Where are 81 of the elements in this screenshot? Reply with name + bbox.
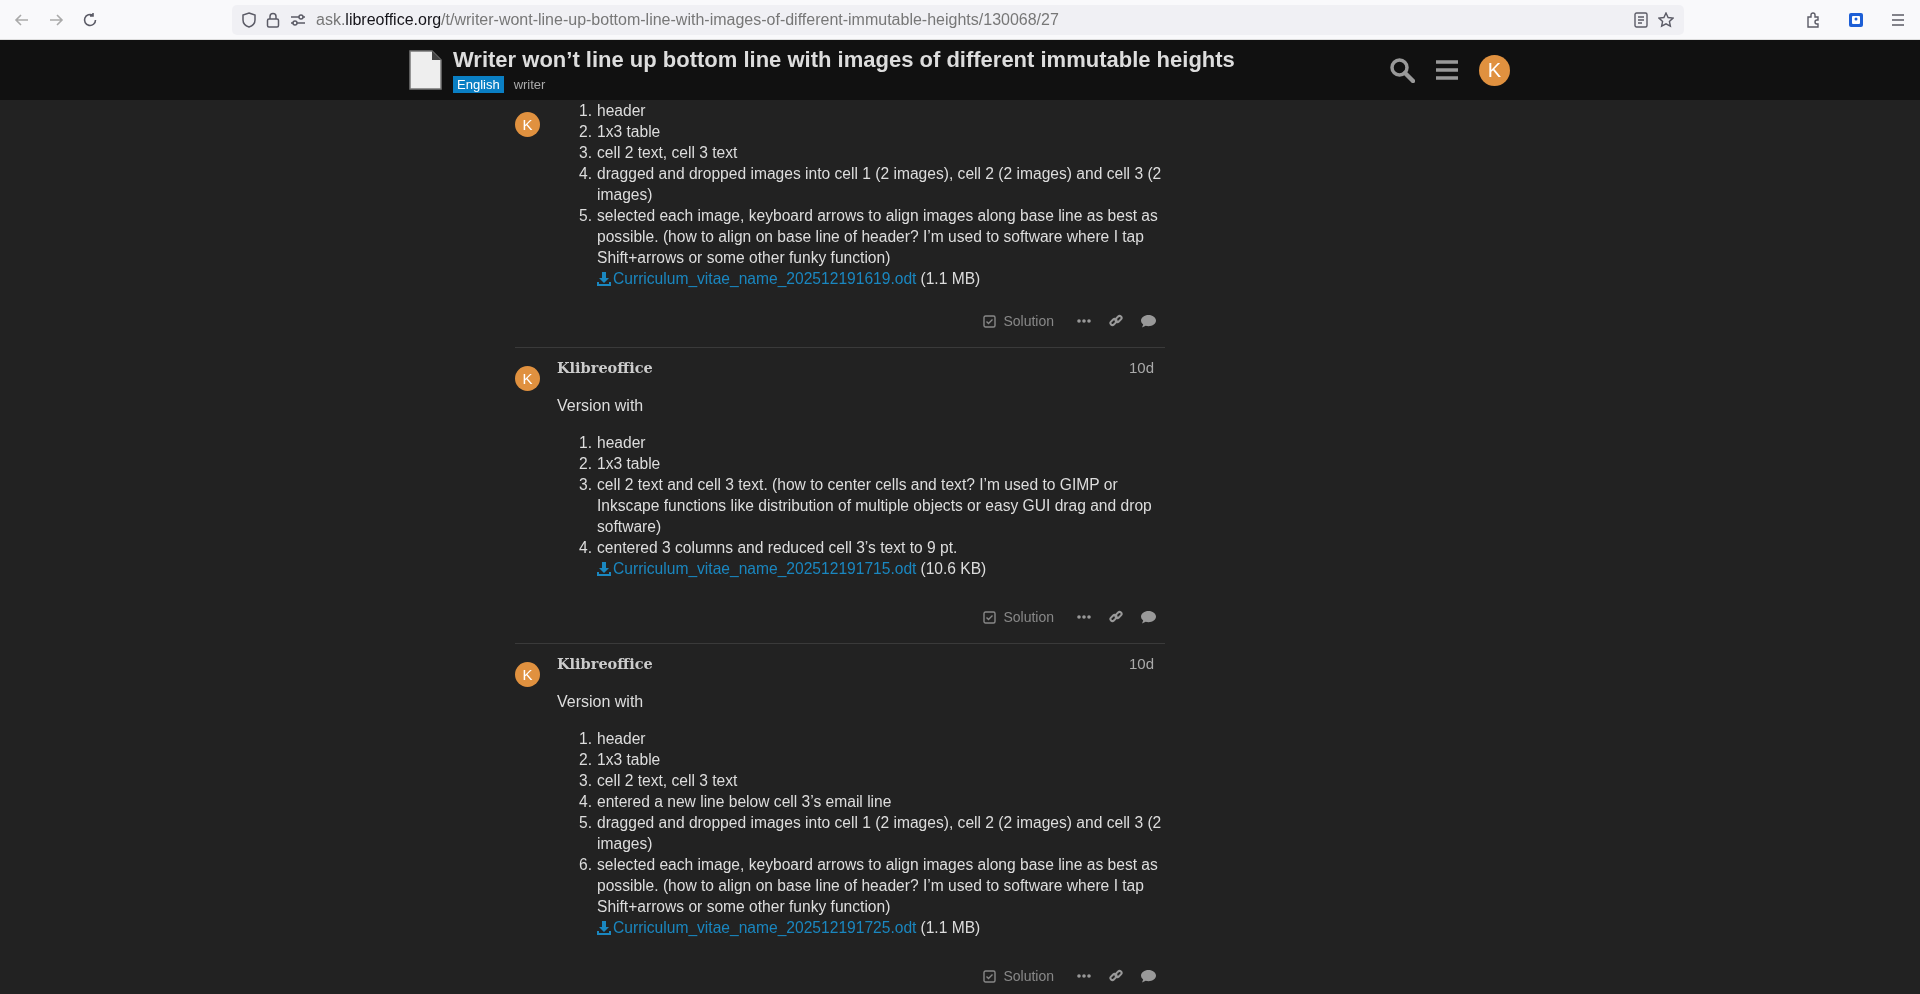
- reload-icon[interactable]: [82, 11, 98, 28]
- link-icon: [1109, 969, 1123, 983]
- list-number: 2.: [578, 750, 592, 770]
- list-item-text: 1x3 table: [597, 122, 662, 142]
- list-item-text: dragged and dropped images into cell 1 (2 images), cell 2 (2 images) and cell 3 (2 images): [597, 164, 1163, 205]
- category-badge[interactable]: English: [453, 76, 504, 93]
- list-item-text: centered 3 columns and reduced cell 3’s text to 9 pt.: [597, 538, 959, 558]
- user-avatar[interactable]: K: [515, 112, 540, 137]
- checkbox-icon: [983, 610, 997, 624]
- post-text: Version with: [557, 396, 645, 416]
- link-icon: [1109, 610, 1123, 624]
- document-icon[interactable]: [408, 50, 442, 90]
- user-avatar[interactable]: K: [515, 662, 540, 687]
- checkbox-icon: [983, 969, 997, 983]
- list-number: 6.: [578, 855, 592, 875]
- user-avatar[interactable]: K: [515, 366, 540, 391]
- ellipsis-icon: [1077, 319, 1091, 323]
- topic-tag[interactable]: writer: [513, 77, 546, 92]
- solution-button[interactable]: Solution: [975, 309, 1062, 333]
- list-number: 3.: [578, 143, 592, 163]
- lock-icon[interactable]: [266, 11, 280, 28]
- solution-button[interactable]: Solution: [975, 964, 1062, 988]
- list-item-text: header: [597, 729, 647, 749]
- list-item-text: selected each image, keyboard arrows to align images along base line as best as possible. (how to align on base line of header? I’m used to software where I tap Shift+arrows or some other funky function): [597, 206, 1159, 268]
- speech-bubble-icon: [1141, 314, 1156, 328]
- shield-icon[interactable]: [242, 11, 256, 28]
- sliders-icon[interactable]: [290, 12, 306, 27]
- attachment-link[interactable]: Curriculum_vitae_name_202512191715.odt: [597, 558, 917, 579]
- list-number: 4.: [578, 792, 592, 812]
- list-item-text: entered a new line below cell 3’s email line: [597, 792, 893, 812]
- list-number: 4.: [578, 164, 592, 184]
- menu-icon[interactable]: [1435, 59, 1459, 81]
- list-item-text: header: [597, 433, 647, 453]
- list-number: 4.: [578, 538, 592, 558]
- file-size: (1.1 MB): [920, 269, 981, 289]
- download-icon: [597, 920, 611, 935]
- author-name[interactable]: Klibreoffice: [557, 358, 653, 376]
- post-date[interactable]: 10d: [1128, 654, 1154, 672]
- speech-bubble-icon: [1141, 969, 1156, 983]
- speech-bubble-icon: [1141, 610, 1156, 624]
- menu-icon[interactable]: [1890, 12, 1906, 27]
- solution-button[interactable]: Solution: [975, 605, 1062, 629]
- reader-view-icon[interactable]: [1634, 11, 1648, 28]
- url-text: ask.libreoffice.org/t/writer-wont-line-up-bottom-line-with-images-of-different-immutable-heights/130068/27: [316, 10, 1060, 29]
- ellipsis-icon: [1077, 974, 1091, 978]
- download-icon: [597, 271, 611, 286]
- list-number: 1.: [578, 729, 592, 749]
- profile-badge-icon[interactable]: [1848, 11, 1864, 28]
- list-item-text: 1x3 table: [597, 750, 662, 770]
- list-item-text: cell 2 text, cell 3 text: [597, 771, 739, 791]
- post-text: Version with: [557, 692, 645, 712]
- address-bar[interactable]: ask.libreoffice.org/t/writer-wont-line-up-bottom-line-with-images-of-different-immutable-heights/130068/27: [232, 4, 1684, 35]
- list-number: 1.: [578, 433, 592, 453]
- author-name[interactable]: Klibreoffice: [557, 654, 653, 672]
- ellipsis-icon: [1077, 615, 1091, 619]
- bookmark-star-icon[interactable]: [1658, 11, 1674, 28]
- list-item-text: header: [597, 101, 647, 121]
- list-item-text: dragged and dropped images into cell 1 (2 images), cell 2 (2 images) and cell 3 (2 images): [597, 813, 1163, 854]
- file-size: (1.1 MB): [920, 918, 981, 938]
- user-avatar[interactable]: K: [1479, 54, 1510, 86]
- list-item-text: cell 2 text and cell 3 text. (how to center cells and text? I’m used to GIMP or Inkscape functions like distribution of multiple objects or easy GUI drag and drop software): [597, 475, 1153, 537]
- topic-title[interactable]: Writer won’t line up bottom line with images of different immutable heights: [453, 47, 1235, 73]
- search-icon[interactable]: [1389, 57, 1415, 83]
- file-size: (10.6 KB): [920, 559, 987, 579]
- list-number: 2.: [578, 122, 592, 142]
- attachment-link[interactable]: Curriculum_vitae_name_202512191725.odt: [597, 917, 917, 938]
- checkbox-icon: [983, 314, 997, 328]
- download-icon: [597, 561, 611, 576]
- link-icon: [1109, 314, 1123, 328]
- list-number: 5.: [578, 206, 592, 226]
- list-number: 2.: [578, 454, 592, 474]
- list-number: 3.: [578, 475, 592, 495]
- list-item-text: selected each image, keyboard arrows to align images along base line as best as possible. (how to align on base line of header? I’m used to software where I tap Shift+arrows or some other funky function): [597, 855, 1159, 917]
- extensions-icon[interactable]: [1806, 11, 1822, 28]
- attachment-link[interactable]: Curriculum_vitae_name_202512191619.odt: [597, 268, 917, 289]
- list-number: 3.: [578, 771, 592, 791]
- list-item-text: 1x3 table: [597, 454, 662, 474]
- list-item-text: cell 2 text, cell 3 text: [597, 143, 739, 163]
- list-number: 1.: [578, 101, 592, 121]
- list-number: 5.: [578, 813, 592, 833]
- post-date[interactable]: 10d: [1128, 358, 1154, 376]
